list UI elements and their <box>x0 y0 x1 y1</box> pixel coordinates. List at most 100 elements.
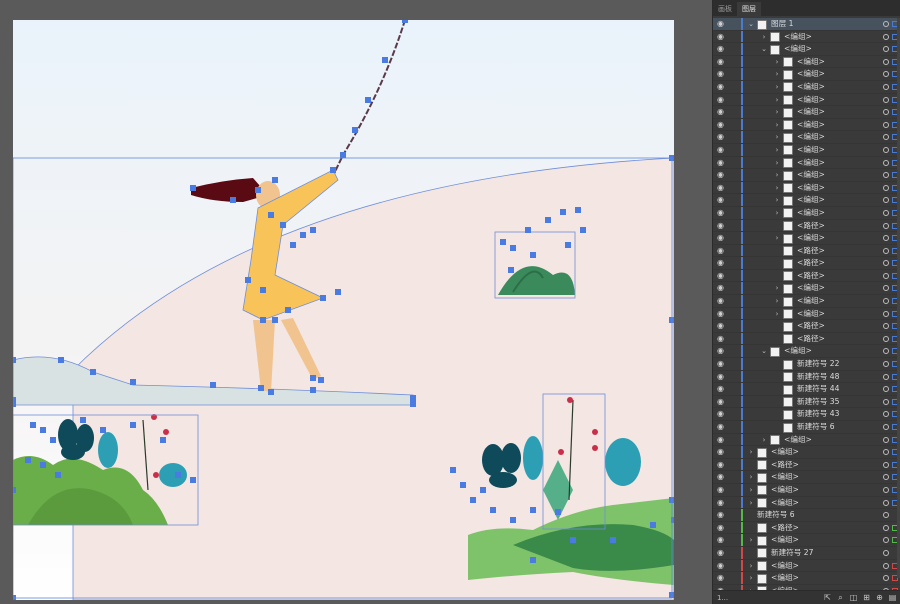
layer-row[interactable]: ◉ › <编组> <box>713 93 900 107</box>
layer-row[interactable]: ◉ ⌄ 图层 1 <box>713 18 900 31</box>
anchor-handle[interactable] <box>260 317 266 323</box>
artboard[interactable] <box>13 20 674 600</box>
visibility-eye-icon[interactable]: ◉ <box>717 296 727 306</box>
target-circle-icon[interactable] <box>883 398 889 405</box>
target-circle-icon[interactable] <box>883 197 889 204</box>
chevron-right-icon[interactable]: › <box>747 534 755 547</box>
layer-row[interactable]: ◉ 新建符号 43 <box>713 408 900 421</box>
anchor-handle[interactable] <box>268 212 274 218</box>
target-circle-icon[interactable] <box>883 46 889 53</box>
anchor-handle[interactable] <box>310 387 316 393</box>
anchor-handle[interactable] <box>160 437 166 443</box>
target-circle-icon[interactable] <box>883 537 889 544</box>
anchor-handle[interactable] <box>510 245 516 251</box>
layer-row[interactable]: ◉ › <编组> <box>713 572 900 585</box>
anchor-handle[interactable] <box>490 507 496 513</box>
anchor-handle[interactable] <box>480 487 486 493</box>
layer-row[interactable]: ◉ › <编组> <box>713 118 900 132</box>
tab-layers[interactable]: 图层 <box>737 2 761 16</box>
anchor-handle[interactable] <box>669 497 674 503</box>
layer-row[interactable]: ◉ › <编组> <box>713 55 900 69</box>
target-circle-icon[interactable] <box>883 134 889 141</box>
layer-row[interactable]: ◉ <路径> <box>713 521 900 535</box>
anchor-handle[interactable] <box>530 507 536 513</box>
layer-row[interactable]: ◉ › <编组> <box>713 282 900 296</box>
chevron-right-icon[interactable]: › <box>747 497 755 510</box>
layer-row[interactable]: ◉ ⌄ <编组> <box>713 43 900 56</box>
target-circle-icon[interactable] <box>883 562 889 569</box>
chevron-right-icon[interactable]: › <box>773 119 781 132</box>
target-circle-icon[interactable] <box>883 58 889 65</box>
layer-list[interactable]: ◉ ⌄ 图层 1 ◉ › <编组> ◉ ⌄ <编组> ◉ › <编组> ◉ › <编组> ◉ › <编组> ◉ › <编… <box>713 18 900 590</box>
anchor-handle[interactable] <box>272 317 278 323</box>
chevron-right-icon[interactable]: › <box>773 56 781 69</box>
target-circle-icon[interactable] <box>883 575 889 582</box>
chevron-right-icon[interactable]: › <box>747 560 755 573</box>
target-circle-icon[interactable] <box>883 222 889 229</box>
visibility-eye-icon[interactable]: ◉ <box>717 19 727 29</box>
anchor-handle[interactable] <box>450 467 456 473</box>
layer-row[interactable]: ◉ › <编组> <box>713 106 900 119</box>
layer-row[interactable]: ◉ <路径> <box>713 458 900 472</box>
anchor-handle[interactable] <box>310 227 316 233</box>
anchor-handle[interactable] <box>13 397 16 403</box>
target-circle-icon[interactable] <box>883 361 889 368</box>
layer-row[interactable]: ◉ › <编组> <box>713 181 900 195</box>
target-circle-icon[interactable] <box>883 549 889 556</box>
visibility-eye-icon[interactable]: ◉ <box>717 409 727 419</box>
layer-row[interactable]: ◉ › <编组> <box>713 169 900 182</box>
anchor-handle[interactable] <box>330 167 336 173</box>
target-circle-icon[interactable] <box>883 424 889 430</box>
layer-row[interactable]: ◉ 新建符号 6 <box>713 421 900 434</box>
chevron-right-icon[interactable]: › <box>773 282 781 295</box>
anchor-handle[interactable] <box>40 462 46 468</box>
visibility-eye-icon[interactable]: ◉ <box>717 535 727 545</box>
visibility-eye-icon[interactable]: ◉ <box>717 120 727 130</box>
anchor-handle[interactable] <box>565 242 571 248</box>
visibility-eye-icon[interactable]: ◉ <box>717 158 727 168</box>
artwork[interactable] <box>13 20 674 600</box>
visibility-eye-icon[interactable]: ◉ <box>717 334 727 344</box>
anchor-handle[interactable] <box>285 307 291 313</box>
target-circle-icon[interactable] <box>883 209 889 216</box>
chevron-right-icon[interactable]: › <box>773 81 781 94</box>
chevron-right-icon[interactable]: › <box>747 484 755 497</box>
visibility-eye-icon[interactable]: ◉ <box>717 359 727 369</box>
target-circle-icon[interactable] <box>883 260 889 267</box>
visibility-eye-icon[interactable]: ◉ <box>717 384 727 394</box>
chevron-right-icon[interactable]: › <box>773 94 781 107</box>
anchor-handle[interactable] <box>268 389 274 395</box>
target-circle-icon[interactable] <box>883 486 889 493</box>
visibility-eye-icon[interactable]: ◉ <box>717 460 727 470</box>
anchor-handle[interactable] <box>210 382 216 388</box>
chevron-right-icon[interactable]: › <box>773 131 781 144</box>
target-circle-icon[interactable] <box>883 83 889 90</box>
visibility-eye-icon[interactable]: ◉ <box>717 107 727 117</box>
anchor-handle[interactable] <box>610 537 616 543</box>
anchor-handle[interactable] <box>245 277 251 283</box>
visibility-eye-icon[interactable]: ◉ <box>717 422 727 432</box>
new-layer-icon[interactable]: ⊕ <box>875 593 884 602</box>
layer-row[interactable]: ◉ › <编组> <box>713 483 900 497</box>
visibility-eye-icon[interactable]: ◉ <box>717 309 727 319</box>
visibility-eye-icon[interactable]: ◉ <box>717 32 727 42</box>
anchor-handle[interactable] <box>650 522 656 528</box>
target-circle-icon[interactable] <box>883 146 889 153</box>
layer-row[interactable]: ◉ › <编组> <box>713 534 900 547</box>
anchor-handle[interactable] <box>525 227 531 233</box>
chevron-right-icon[interactable]: › <box>773 207 781 220</box>
target-circle-icon[interactable] <box>883 348 889 355</box>
anchor-handle[interactable] <box>25 457 31 463</box>
target-circle-icon[interactable] <box>883 121 889 128</box>
target-circle-icon[interactable] <box>883 461 889 468</box>
anchor-handle[interactable] <box>545 217 551 223</box>
target-circle-icon[interactable] <box>883 272 889 279</box>
layer-row[interactable]: ◉ 新建符号 22 <box>713 358 900 371</box>
visibility-eye-icon[interactable]: ◉ <box>717 208 727 218</box>
visibility-eye-icon[interactable]: ◉ <box>717 498 727 508</box>
visibility-eye-icon[interactable]: ◉ <box>717 132 727 142</box>
layer-row[interactable]: ◉ 新建符号 48 <box>713 370 900 384</box>
delete-icon[interactable]: ▤ <box>888 593 897 602</box>
anchor-handle[interactable] <box>13 357 16 363</box>
target-circle-icon[interactable] <box>883 298 889 305</box>
